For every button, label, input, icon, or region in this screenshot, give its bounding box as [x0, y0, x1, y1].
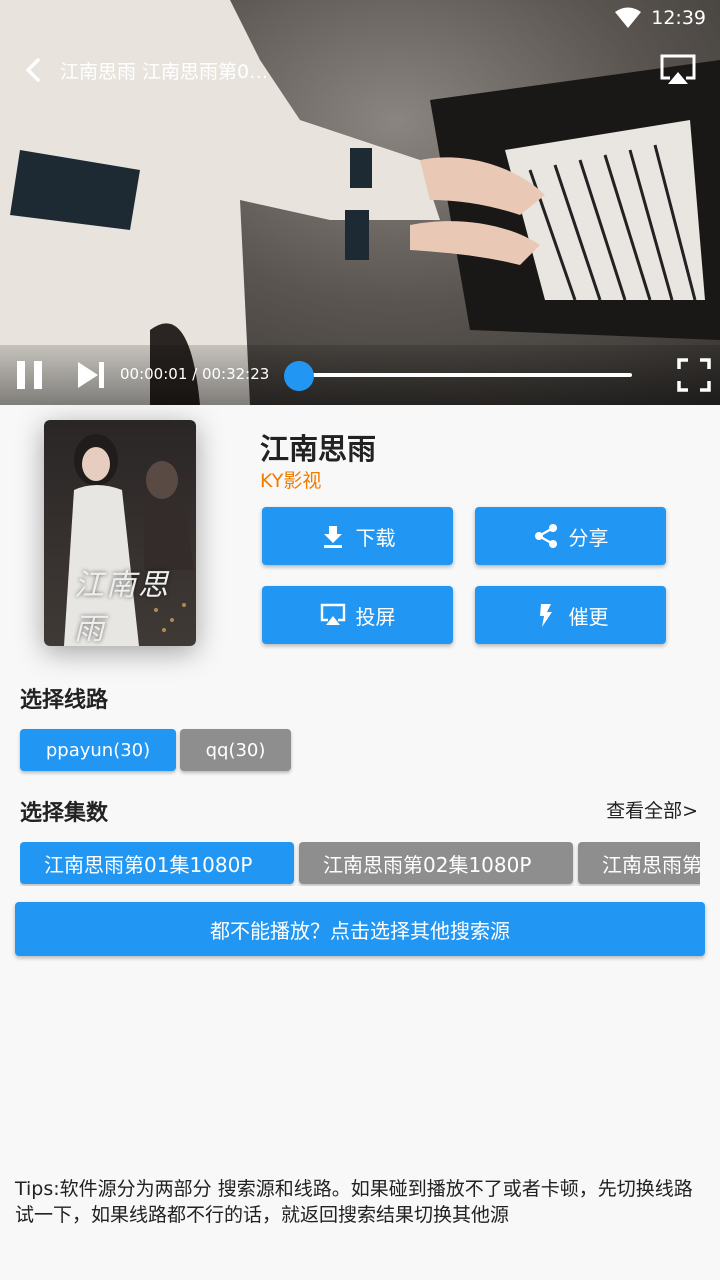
see-all-link[interactable]: 查看全部>	[606, 796, 698, 823]
episode-chip-02[interactable]: 江南思雨第02集1080P	[299, 842, 573, 884]
episode-list[interactable]: 江南思雨第01集1080P 江南思雨第02集1080P 江南思雨第03集1080…	[20, 842, 700, 886]
seek-bar[interactable]	[298, 373, 632, 377]
wifi-icon	[615, 7, 642, 28]
download-icon	[323, 526, 342, 548]
episode-label: 江南思雨第02集1080P	[323, 852, 532, 877]
seek-thumb[interactable]	[284, 361, 314, 391]
episode-chip-03[interactable]: 江南思雨第03集1080P	[578, 842, 700, 884]
status-bar: 12:39	[615, 6, 706, 30]
episode-heading: 选择集数	[20, 801, 109, 826]
poster-title: 江南思雨	[74, 568, 170, 646]
route-chip-label: qq(30)	[205, 739, 266, 761]
remind-label: 催更	[568, 604, 609, 629]
player-controls: 00:00:01 / 00:32:23	[0, 345, 720, 405]
remind-update-button[interactable]: 催更	[475, 586, 666, 644]
skip-next-icon[interactable]	[74, 358, 108, 392]
drama-source: KY影视	[260, 470, 322, 492]
episode-label: 江南思雨第01集1080P	[44, 852, 253, 877]
fullscreen-icon[interactable]	[676, 357, 712, 393]
route-chip-qq[interactable]: qq(30)	[180, 729, 291, 771]
video-player[interactable]: 12:39 江南思雨 江南思雨第0… 00:00:01 / 00:32:23	[0, 0, 720, 405]
share-button[interactable]: 分享	[475, 507, 666, 565]
pause-icon[interactable]	[14, 358, 46, 392]
video-title: 江南思雨 江南思雨第0…	[60, 61, 269, 83]
share-icon	[534, 524, 557, 548]
route-chip-label: ppayun(30)	[45, 739, 151, 761]
episode-chip-01[interactable]: 江南思雨第01集1080P	[20, 842, 294, 884]
tips-text: Tips:软件源分为两部分 搜索源和线路。如果碰到播放不了或者卡顿，先切换线路试…	[15, 1178, 693, 1226]
player-topbar: 江南思雨 江南思雨第0…	[0, 44, 720, 96]
cast-button[interactable]: 投屏	[262, 586, 453, 644]
playback-time: 00:00:01 / 00:32:23	[120, 365, 270, 383]
download-button[interactable]: 下载	[262, 507, 453, 565]
cast-label: 投屏	[355, 604, 396, 629]
route-heading: 选择线路	[20, 688, 109, 713]
status-time: 12:39	[651, 7, 706, 29]
route-chip-ppayun[interactable]: ppayun(30)	[20, 729, 176, 771]
share-label: 分享	[568, 525, 609, 550]
download-label: 下载	[355, 525, 396, 550]
cast-icon	[320, 603, 345, 625]
flash-icon	[539, 604, 552, 627]
episode-label: 江南思雨第03集1080P	[602, 852, 700, 877]
choose-other-source-button[interactable]: 都不能播放？点击选择其他搜索源	[15, 902, 705, 956]
back-arrow-icon[interactable]	[20, 56, 48, 84]
drama-title: 江南思雨	[260, 432, 377, 466]
other-source-label: 都不能播放？点击选择其他搜索源	[210, 918, 510, 943]
drama-poster[interactable]: 江南思雨	[44, 420, 196, 646]
airplay-icon[interactable]	[658, 52, 698, 88]
